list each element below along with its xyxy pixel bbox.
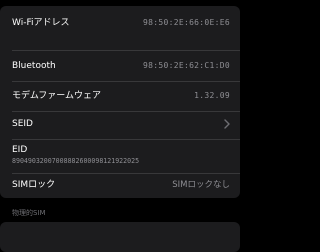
eid-value: 89049032007008882600098121922025: [12, 157, 140, 165]
sim-lock-label: SIMロック: [12, 180, 56, 190]
physical-sim-section-header: 物理的SIM: [12, 209, 46, 217]
wifi-address-label: Wi-Fiアドレス: [12, 18, 70, 28]
wifi-address-row[interactable]: Wi-Fiアドレス 98:50:2E:66:0E:E6: [0, 6, 240, 36]
seid-row[interactable]: SEID: [0, 112, 240, 139]
modem-firmware-value: 1.32.09: [194, 91, 230, 100]
eid-row[interactable]: EID 89049032007008882600098121922025: [0, 140, 240, 174]
modem-firmware-label: モデムファームウェア: [12, 91, 102, 101]
seid-label: SEID: [12, 119, 33, 129]
bluetooth-label: Bluetooth: [12, 61, 56, 71]
wifi-address-value: 98:50:2E:66:0E:E6: [143, 18, 230, 27]
sim-lock-row[interactable]: SIMロック SIMロックなし: [0, 174, 240, 198]
modem-firmware-row[interactable]: モデムファームウェア 1.32.09: [0, 82, 240, 112]
bluetooth-address-value: 98:50:2E:62:C1:D0: [143, 61, 230, 70]
sim-lock-value: SIMロックなし: [172, 180, 230, 190]
physical-sim-group: [0, 222, 240, 252]
about-info-group: Wi-Fiアドレス 98:50:2E:66:0E:E6 Bluetooth 98…: [0, 6, 240, 198]
bluetooth-address-row[interactable]: Bluetooth 98:50:2E:62:C1:D0: [0, 51, 240, 81]
settings-screen: Wi-Fiアドレス 98:50:2E:66:0E:E6 Bluetooth 98…: [0, 0, 240, 252]
chevron-right-icon: [224, 119, 230, 129]
eid-label: EID: [12, 145, 28, 155]
